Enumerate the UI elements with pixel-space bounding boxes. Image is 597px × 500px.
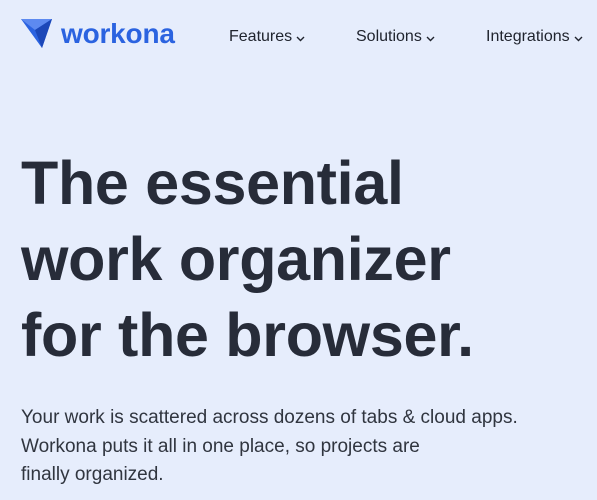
nav-item-label: Features xyxy=(229,28,293,45)
hero-subtitle-line: Your work is scattered across dozens of … xyxy=(21,407,518,428)
nav-item-solutions[interactable]: Solutions xyxy=(356,27,435,47)
hero-subtitle-line: Workona puts it all in one place, so pro… xyxy=(21,435,420,457)
hero-title: The essential work organizer for the bro… xyxy=(21,145,474,373)
workona-logo-icon xyxy=(21,19,52,48)
hero-title-line: The essential xyxy=(21,149,404,217)
chevron-down-icon xyxy=(296,36,305,41)
top-navigation: workona Features Solutions Integrations xyxy=(0,0,597,74)
hero-subtitle-line: finally organized. xyxy=(21,464,164,485)
nav-item-label: Solutions xyxy=(356,28,422,45)
hero-title-line: work organizer xyxy=(21,225,451,293)
nav-item-features[interactable]: Features xyxy=(229,27,305,47)
nav-item-integrations[interactable]: Integrations xyxy=(486,27,583,47)
chevron-down-icon xyxy=(426,36,435,41)
nav-item-label: Integrations xyxy=(486,28,570,45)
hero-title-line: for the browser. xyxy=(21,301,474,369)
chevron-down-icon xyxy=(574,36,583,41)
workona-logo[interactable]: workona xyxy=(21,17,175,50)
hero-subtitle: Your work is scattered across dozens of … xyxy=(21,404,518,490)
brand-name: workona xyxy=(61,17,175,49)
